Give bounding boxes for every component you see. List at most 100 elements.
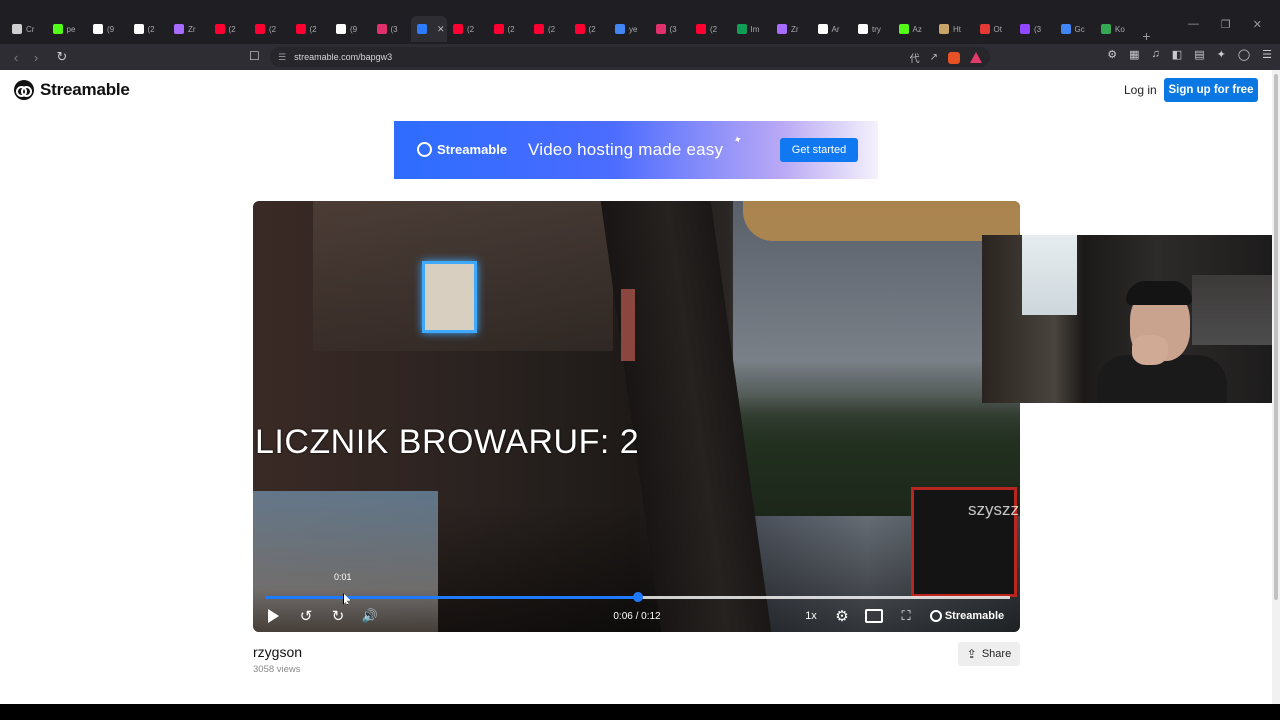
login-link[interactable]: Log in (1124, 83, 1157, 97)
progress-handle[interactable] (632, 592, 643, 602)
browser-tab[interactable]: (2 (290, 16, 331, 42)
tab-label: Az (912, 24, 922, 34)
video-overlay-text: LICZNIK BROWARUF: 2 (255, 423, 640, 461)
back-icon[interactable]: ‹ (6, 50, 26, 65)
close-window-icon[interactable]: ✕ (1253, 18, 1262, 31)
wallet-icon[interactable]: ▤ (1194, 48, 1204, 61)
browser-tab[interactable]: (2 (569, 16, 610, 42)
browser-tab[interactable]: (9 (87, 16, 128, 42)
browser-tab[interactable]: try (852, 16, 893, 42)
site-logo[interactable]: Streamable (14, 80, 130, 100)
browser-tab[interactable]: Ar (812, 16, 853, 42)
browser-tab[interactable]: (2 (488, 16, 529, 42)
browser-tab[interactable]: (3 (1014, 16, 1055, 42)
youtube-icon (534, 24, 544, 34)
scrollbar-thumb[interactable] (1274, 74, 1278, 600)
browser-tab[interactable]: Zr (771, 16, 812, 42)
brave-shields-icon[interactable] (948, 51, 960, 64)
sparkle-icon: ✦ (732, 133, 745, 148)
flag-icon (979, 24, 990, 34)
webcam-overlay (982, 235, 1272, 403)
browser-tab[interactable]: Ot (974, 16, 1015, 42)
webcam-person-cap (1126, 281, 1192, 305)
browser-tab[interactable]: (3 (371, 16, 412, 42)
extensions-icon[interactable]: ⚙ (1107, 48, 1117, 61)
tab-label: Ko (1115, 24, 1125, 34)
rewind-icon[interactable]: ↺ (297, 605, 315, 627)
promo-banner[interactable]: Streamable Video hosting made easy ✦ Get… (394, 121, 878, 179)
browser-tab[interactable]: (2 (249, 16, 290, 42)
music-icon[interactable]: ♫ (1152, 48, 1160, 61)
get-started-button[interactable]: Get started (780, 138, 858, 162)
browser-tab[interactable]: Az (893, 16, 934, 42)
browser-tab[interactable]: Gc (1055, 16, 1096, 42)
video-player[interactable]: LICZNIK BROWARUF: 2 szyszz 0:01 ↺ ↻ 🔊 0:… (253, 201, 1020, 632)
settings-gear-icon[interactable]: ⚙ (833, 605, 851, 627)
tab-label: Ot (993, 24, 1002, 34)
progress-bar[interactable] (265, 592, 1010, 602)
browser-tab[interactable]: Ko (1095, 16, 1136, 42)
menu-icon[interactable]: ☰ (1262, 48, 1272, 61)
browser-tab[interactable]: Im (731, 16, 772, 42)
tab-label: (9 (107, 24, 115, 34)
fast-forward-icon[interactable]: ↻ (329, 605, 347, 627)
signup-button[interactable]: Sign up for free (1164, 78, 1258, 102)
site-logo-text: Streamable (40, 80, 130, 99)
tab-label: Gc (1074, 24, 1085, 34)
feather-icon (174, 24, 184, 34)
view-count: 3058 views (253, 664, 301, 675)
leo-icon[interactable]: ✦ (1217, 48, 1226, 61)
tiktok-icon (93, 24, 103, 34)
browser-tab[interactable]: (2 (128, 16, 169, 42)
url-text: streamable.com/bapgw3 (294, 52, 393, 62)
youtube-icon (574, 24, 585, 34)
play-icon[interactable] (265, 605, 281, 627)
reload-icon[interactable]: ↻ (52, 49, 72, 65)
sidebar-toggle-icon[interactable]: ▦ (1129, 48, 1139, 61)
browser-tab[interactable]: Cr (6, 16, 47, 42)
tab-label: Cr (26, 24, 35, 34)
browser-tab[interactable]: (2 (447, 16, 488, 42)
share-button[interactable]: ⇪ Share (958, 642, 1020, 666)
player-brand[interactable]: Streamable (928, 605, 1006, 627)
window-controls: — ❐ ✕ (1188, 18, 1280, 31)
browser-tab[interactable]: Zr (168, 16, 209, 42)
translate-icon[interactable]: 代 (910, 50, 920, 65)
site-settings-icon[interactable]: ☰ (278, 52, 286, 63)
page-scrollbar[interactable] (1272, 70, 1280, 704)
share-page-icon[interactable]: ↗ (930, 52, 938, 63)
twitch-icon (1020, 24, 1030, 34)
browser-tab[interactable]: (2 (528, 16, 569, 42)
bookmark-icon[interactable]: ☐ (249, 49, 260, 63)
browser-tab[interactable]: ✕ (411, 16, 447, 42)
browser-tab[interactable]: (9 (330, 16, 371, 42)
sidebar-icon[interactable]: ◧ (1172, 48, 1182, 61)
browser-tab[interactable]: Ht (933, 16, 974, 42)
forward-nav-icon[interactable]: › (26, 50, 46, 65)
address-bar-actions: 代 ↗ (910, 50, 982, 65)
browser-tab[interactable]: ye (609, 16, 650, 42)
browser-tab[interactable]: (2 (690, 16, 731, 42)
progress-fill (265, 596, 638, 599)
new-tab-button[interactable]: + (1136, 28, 1158, 44)
streamable-logo-icon (14, 80, 34, 100)
minimize-icon[interactable]: — (1188, 18, 1199, 31)
address-bar[interactable]: ☰ streamable.com/bapgw3 代 ↗ (270, 47, 990, 67)
uploader-name[interactable]: rzygson (253, 644, 302, 660)
brave-rewards-icon[interactable] (970, 52, 982, 63)
picture-in-picture-icon[interactable] (865, 605, 883, 627)
browser-tab[interactable]: (3 (650, 16, 691, 42)
feather-icon (777, 24, 787, 34)
fullscreen-icon[interactable]: ⛶ (897, 605, 915, 627)
kick-icon (52, 24, 63, 34)
video-watermark: szyszz (968, 500, 1019, 519)
vpn-icon[interactable]: ◯ (1238, 48, 1250, 61)
close-tab-icon[interactable]: ✕ (437, 24, 445, 35)
restore-icon[interactable]: ❐ (1221, 18, 1231, 31)
playback-speed[interactable]: 1x (801, 605, 821, 627)
browser-tab[interactable]: (2 (209, 16, 250, 42)
kick-icon (898, 24, 909, 34)
volume-icon[interactable]: 🔊 (361, 605, 379, 627)
browser-tab[interactable]: pe (47, 16, 88, 42)
player-brand-text: Streamable (944, 610, 1005, 622)
